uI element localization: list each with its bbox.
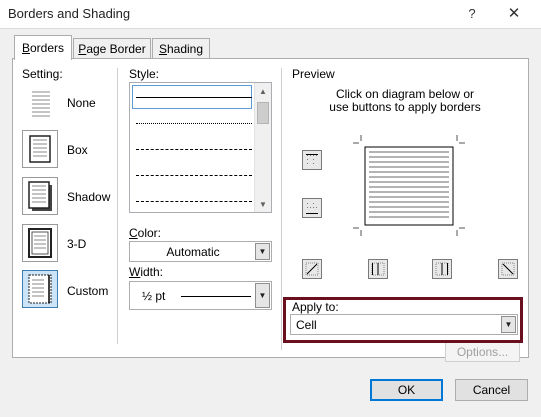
dialog-title: Borders and Shading (8, 6, 131, 21)
help-button[interactable]: ? (458, 3, 486, 23)
scrollbar-thumb[interactable] (257, 102, 269, 124)
scroll-up-arrow-icon[interactable]: ▲ (255, 83, 271, 99)
style-dash-dot-line[interactable] (136, 201, 252, 202)
tab-page-border-accel: P (78, 42, 87, 56)
style-small-dash-line[interactable] (136, 149, 252, 150)
tab-page-border-label: age Border (86, 42, 146, 56)
tab-page-border[interactable]: Page Border (73, 38, 151, 59)
tab-borders-accel: B (21, 41, 30, 55)
style-solid-line[interactable] (136, 97, 252, 98)
tab-shading-label: hading (166, 42, 204, 56)
style-listbox[interactable]: ▲ ▼ (129, 82, 272, 213)
tab-borders-label: orders (30, 41, 65, 55)
style-dash-line[interactable] (136, 175, 252, 176)
tab-borders[interactable]: Borders (14, 35, 72, 60)
style-scrollbar[interactable]: ▲ ▼ (254, 83, 271, 212)
style-dotted-line[interactable] (136, 123, 252, 124)
tab-shading[interactable]: Shading (152, 38, 210, 59)
close-button[interactable]: ✕ (500, 3, 528, 23)
tab-shading-accel: S (158, 42, 167, 56)
scroll-down-arrow-icon[interactable]: ▼ (255, 196, 271, 212)
